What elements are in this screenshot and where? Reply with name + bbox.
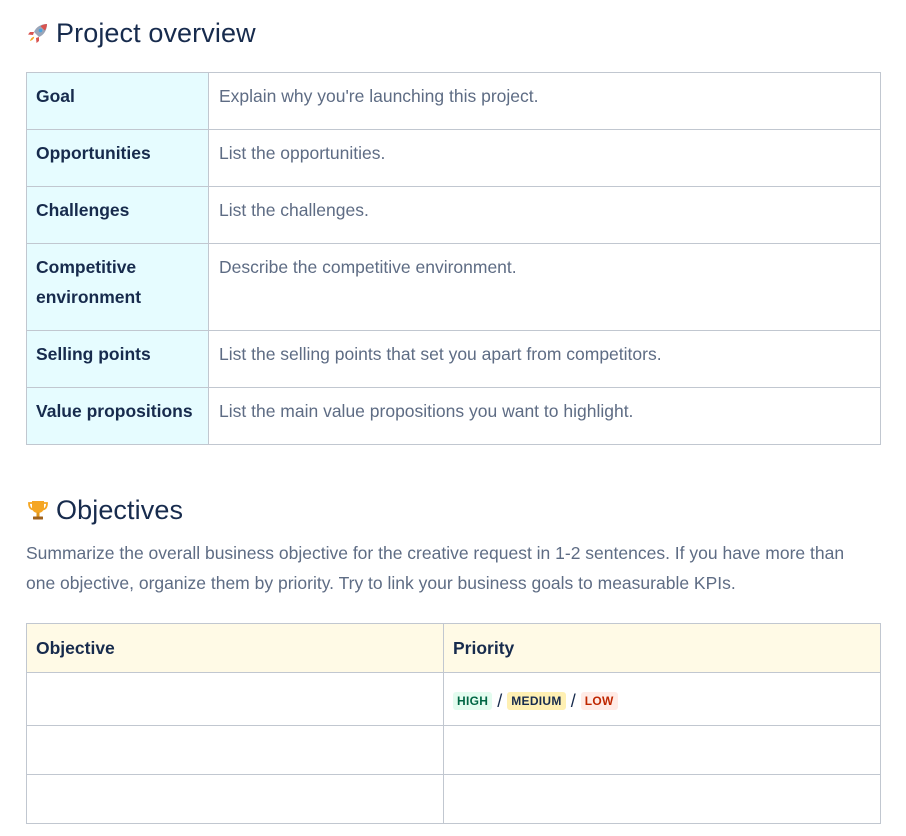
objective-cell[interactable] bbox=[26, 725, 444, 775]
table-row: Competitive environment Describe the com… bbox=[26, 243, 881, 331]
priority-cell[interactable] bbox=[443, 725, 881, 775]
priority-cell[interactable] bbox=[443, 774, 881, 824]
row-label-goal[interactable]: Goal bbox=[26, 72, 209, 130]
table-row: Opportunities List the opportunities. bbox=[26, 129, 881, 187]
priority-separator: / bbox=[497, 690, 503, 711]
row-label-value-propositions[interactable]: Value propositions bbox=[26, 387, 209, 445]
row-value-value-propositions[interactable]: List the main value propositions you wan… bbox=[208, 387, 881, 445]
row-value-opportunities[interactable]: List the opportunities. bbox=[208, 129, 881, 187]
row-label-competitive-environment[interactable]: Competitive environment bbox=[26, 243, 209, 331]
project-overview-table: Goal Explain why you're launching this p… bbox=[26, 72, 881, 445]
table-row: Value propositions List the main value p… bbox=[26, 387, 881, 445]
objectives-title: Objectives bbox=[56, 494, 184, 525]
row-label-opportunities[interactable]: Opportunities bbox=[26, 129, 209, 187]
objective-cell[interactable] bbox=[26, 672, 444, 726]
table-row: Goal Explain why you're launching this p… bbox=[26, 72, 881, 130]
status-badge-high[interactable]: HIGH bbox=[453, 692, 493, 711]
objectives-description: Summarize the overall business objective… bbox=[26, 543, 845, 593]
table-row bbox=[26, 774, 881, 824]
table-row: Selling points List the selling points t… bbox=[26, 330, 881, 388]
objectives-heading: Objectives bbox=[26, 491, 183, 529]
header-priority[interactable]: Priority bbox=[443, 623, 881, 673]
trophy-icon bbox=[26, 498, 50, 522]
project-overview-title: Project overview bbox=[56, 17, 256, 48]
table-row bbox=[26, 725, 881, 775]
row-label-selling-points[interactable]: Selling points bbox=[26, 330, 209, 388]
table-row: Challenges List the challenges. bbox=[26, 186, 881, 244]
project-overview-heading: Project overview bbox=[26, 14, 256, 52]
priority-cell[interactable]: HIGH / MEDIUM / LOW bbox=[443, 672, 881, 726]
header-objective[interactable]: Objective bbox=[26, 623, 444, 673]
objective-cell[interactable] bbox=[26, 774, 444, 824]
priority-separator: / bbox=[570, 690, 576, 711]
status-badge-medium[interactable]: MEDIUM bbox=[507, 692, 566, 711]
objectives-table: Objective Priority HIGH / MEDIUM / LOW bbox=[26, 623, 881, 824]
row-value-goal[interactable]: Explain why you're launching this projec… bbox=[208, 72, 881, 130]
rocket-icon bbox=[26, 21, 50, 45]
row-label-challenges[interactable]: Challenges bbox=[26, 186, 209, 244]
row-value-selling-points[interactable]: List the selling points that set you apa… bbox=[208, 330, 881, 388]
table-row: HIGH / MEDIUM / LOW bbox=[26, 672, 881, 726]
table-header-row: Objective Priority bbox=[26, 623, 881, 673]
status-badge-low[interactable]: LOW bbox=[580, 692, 618, 711]
row-value-competitive-environment[interactable]: Describe the competitive environment. bbox=[208, 243, 881, 331]
row-value-challenges[interactable]: List the challenges. bbox=[208, 186, 881, 244]
